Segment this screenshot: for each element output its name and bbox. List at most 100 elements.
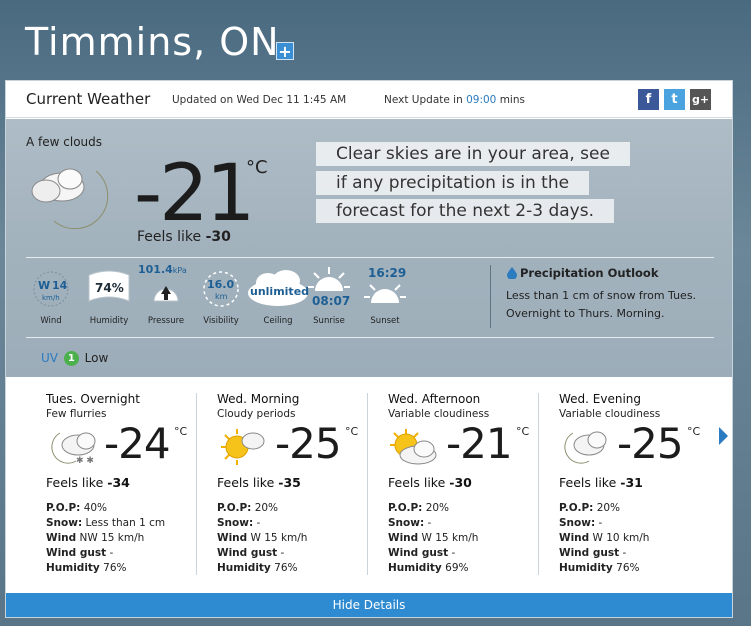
- forecast-unit: °C: [345, 425, 359, 438]
- google-plus-icon[interactable]: g+: [690, 89, 711, 110]
- forecast-divider: [367, 393, 368, 575]
- uv-level: Low: [84, 351, 109, 365]
- next-update-text: Next Update in 09:00 mins: [384, 94, 525, 106]
- current-temperature: -21: [134, 149, 255, 239]
- wind-row: Wind W 15 km/h: [217, 531, 307, 546]
- ceiling-stat: unlimited Ceiling: [246, 267, 310, 327]
- message-line-1: Clear skies are in your area, see: [316, 142, 630, 166]
- next-forecast-arrow-icon[interactable]: [719, 427, 728, 445]
- pop-label: P.O.P:: [559, 502, 594, 514]
- next-update-suffix: mins: [499, 94, 525, 106]
- pop-label: P.O.P:: [217, 502, 252, 514]
- hide-details-button[interactable]: Hide Details: [6, 593, 732, 617]
- forecast-period: Tues. Overnight Few flurries ✱ ✱ -24 °C …: [46, 379, 216, 579]
- forecast-feels: Feels like -34: [46, 475, 130, 490]
- pop-row: P.O.P: 40%: [46, 501, 165, 516]
- divider: [26, 337, 714, 338]
- forecast-unit: °C: [516, 425, 530, 438]
- pop-row: P.O.P: 20%: [559, 501, 649, 516]
- forecast-desc: Few flurries: [46, 408, 107, 420]
- feels-label: Feels like: [46, 475, 104, 490]
- wind-label: Wind: [559, 532, 590, 544]
- visibility-label: Visibility: [203, 316, 239, 326]
- pop-row: P.O.P: 20%: [217, 501, 307, 516]
- feels-value: -30: [205, 229, 231, 245]
- feels-value: -34: [107, 475, 130, 490]
- gust-value: -: [622, 547, 627, 559]
- snow-row: Snow: -: [559, 516, 649, 531]
- gust-label: Wind gust: [388, 547, 449, 559]
- snow-value: -: [598, 517, 603, 529]
- pressure-stat: 101.4kPa Pressure: [138, 263, 194, 327]
- snow-label: Snow:: [46, 517, 83, 529]
- forecast-unit: °C: [687, 425, 701, 438]
- humidity-value: 69%: [445, 562, 469, 574]
- message-line-2: if any precipitation is in the: [316, 170, 590, 195]
- pop-value: 40%: [83, 502, 108, 514]
- humidity-row: Humidity 76%: [217, 561, 307, 576]
- snow-value: -: [427, 517, 432, 529]
- forecast-period: Wed. Afternoon Variable cloudiness -21 °…: [388, 379, 558, 579]
- forecast-details: P.O.P: 40% Snow: Less than 1 cm Wind NW …: [46, 501, 165, 576]
- pressure-unit: kPa: [172, 266, 187, 275]
- precip-text: Less than 1 cm of snow from Tues. Overni…: [506, 289, 697, 320]
- compass-icon: W 14 km/h: [33, 271, 69, 307]
- sunrise-stat: 08:07 Sunrise: [306, 265, 352, 327]
- panel-header: Current Weather Updated on Wed Dec 11 1:…: [6, 81, 732, 118]
- gust-row: Wind gust -: [559, 546, 649, 561]
- svg-text:✱ ✱: ✱ ✱: [76, 456, 94, 466]
- forecast-feels: Feels like -30: [388, 475, 472, 490]
- visibility-value: 16.0: [207, 278, 234, 291]
- pop-label: P.O.P:: [388, 502, 423, 514]
- sunrise-value: 08:07: [312, 294, 350, 308]
- forecast-period: Wed. Morning Cloudy periods -25 °C Feels…: [217, 379, 387, 579]
- sunrise-label: Sunrise: [313, 316, 345, 326]
- uv-value: 1: [63, 351, 79, 366]
- moon-cloud-icon: [564, 431, 607, 464]
- wind-value: NW 15 km/h: [79, 532, 145, 544]
- forecast-period-name: Wed. Evening: [559, 392, 642, 406]
- humidity-label: Humidity: [217, 562, 271, 574]
- location-title: Timmins, ON: [25, 20, 280, 64]
- humidity-label: Humidity: [46, 562, 100, 574]
- forecast-temp: -21: [446, 419, 513, 468]
- message-line-3: forecast for the next 2-3 days.: [316, 199, 614, 223]
- stats-divider: [490, 265, 491, 328]
- sunset-stat: 16:29 Sunset: [362, 265, 408, 327]
- next-update-prefix: Next Update in: [384, 94, 463, 106]
- current-conditions: A few clouds -21 °C Feels like -30 Clear…: [6, 119, 732, 377]
- snow-label: Snow:: [388, 517, 425, 529]
- snow-label: Snow:: [217, 517, 254, 529]
- forecast-feels: Feels like -31: [559, 475, 643, 490]
- pop-value: 20%: [425, 502, 450, 514]
- snow-row: Snow: -: [388, 516, 478, 531]
- ceiling-value: unlimited: [250, 285, 309, 298]
- feels-like: Feels like -30: [137, 229, 231, 245]
- next-update-time: 09:00: [466, 94, 497, 106]
- sunrise-icon: 08:07: [308, 267, 350, 308]
- forecast-divider: [196, 393, 197, 575]
- forecast-details: P.O.P: 20% Snow: - Wind W 15 km/h Wind g…: [388, 501, 478, 576]
- pressure-label: Pressure: [147, 316, 185, 326]
- gust-value: -: [280, 547, 285, 559]
- updated-text: Updated on Wed Dec 11 1:45 AM: [172, 94, 347, 106]
- feels-value: -35: [278, 475, 301, 490]
- moon-snow-cloud-icon: ✱ ✱: [51, 432, 96, 466]
- humidity-value: 76%: [616, 562, 640, 574]
- add-location-button[interactable]: +: [276, 42, 294, 60]
- visibility-stat: 16.0 km Visibility: [196, 267, 246, 327]
- wind-speed: 14: [52, 279, 68, 292]
- humidity-value: 76%: [103, 562, 127, 574]
- humidity-label: Humidity: [89, 316, 129, 326]
- forecast-period-name: Tues. Overnight: [46, 392, 140, 406]
- facebook-icon[interactable]: f: [638, 89, 659, 110]
- pressure-arrow-icon: [153, 286, 179, 302]
- wind-label: Wind: [217, 532, 248, 544]
- gust-row: Wind gust -: [217, 546, 307, 561]
- twitter-icon[interactable]: t: [664, 89, 685, 110]
- gust-value: -: [451, 547, 456, 559]
- ceiling-label: Ceiling: [263, 316, 293, 326]
- cloud-icon: unlimited: [248, 270, 309, 306]
- forecast-period-name: Wed. Afternoon: [388, 392, 481, 406]
- wind-value: W 10 km/h: [592, 532, 650, 544]
